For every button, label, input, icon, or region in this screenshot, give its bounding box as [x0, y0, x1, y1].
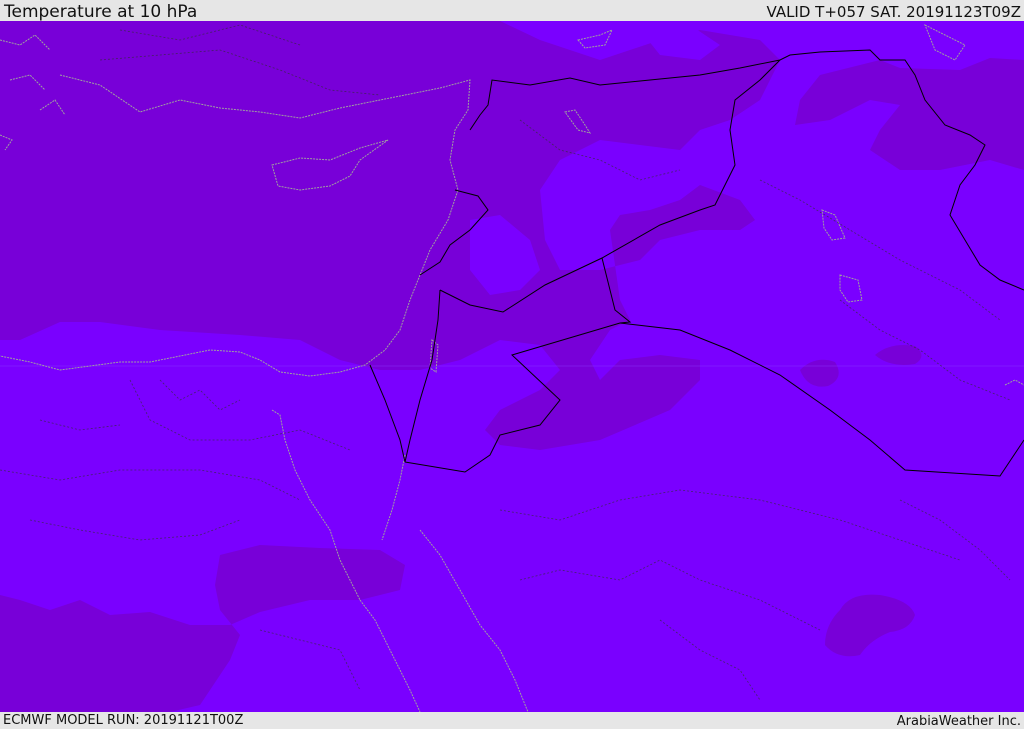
- valid-time-label: VALID T+057 SAT. 20191123T09Z: [766, 3, 1021, 21]
- footer-bar: ECMWF MODEL RUN: 20191121T00Z ArabiaWeat…: [0, 712, 1024, 729]
- header-bar: Temperature at 10 hPa VALID T+057 SAT. 2…: [0, 0, 1024, 21]
- model-run-label: ECMWF MODEL RUN: 20191121T00Z: [3, 713, 244, 728]
- credit-label: ArabiaWeather Inc.: [896, 714, 1021, 729]
- map-canvas: [0, 21, 1024, 712]
- weather-map[interactable]: [0, 21, 1024, 712]
- map-title: Temperature at 10 hPa: [4, 2, 198, 22]
